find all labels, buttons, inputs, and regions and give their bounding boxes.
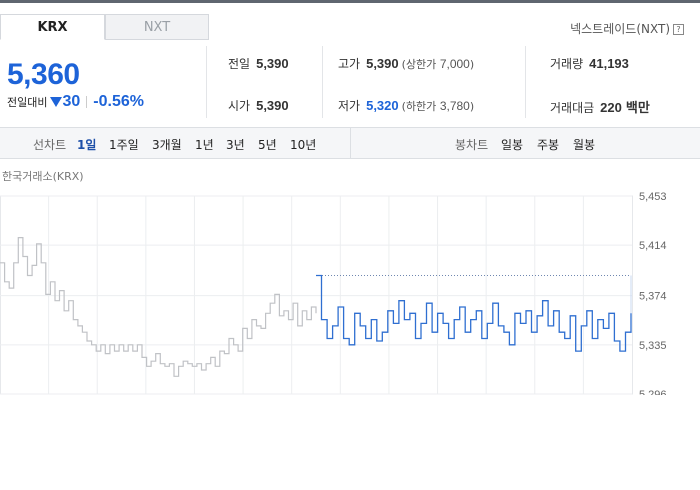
price-chart: 5,453 5,414 5,374 5,335 5,296 bbox=[0, 191, 667, 395]
candle-monthly[interactable]: 월봉 bbox=[573, 136, 595, 153]
upper-limit: (상한가 7,000) bbox=[401, 57, 475, 71]
divider bbox=[350, 128, 351, 158]
limit-value: 7,000 bbox=[439, 57, 470, 71]
stat-value: 5,390 bbox=[256, 98, 289, 113]
change-rate: -0.56% bbox=[93, 93, 144, 110]
stat-value: 41,193 bbox=[589, 56, 629, 71]
candle-weekly[interactable]: 주봉 bbox=[537, 136, 559, 153]
stat-value: 5,390 bbox=[366, 56, 399, 71]
plot-frame bbox=[0, 195, 633, 395]
tab-nxt[interactable]: NXT bbox=[105, 14, 209, 40]
current-price: 5,360 bbox=[7, 58, 80, 91]
y-tick-label: 5,335 bbox=[639, 340, 667, 352]
stat-label: 저가 bbox=[338, 99, 361, 113]
question-icon[interactable]: ? bbox=[673, 24, 684, 35]
change-value: 30 bbox=[62, 93, 81, 110]
period-10y[interactable]: 10년 bbox=[290, 136, 316, 153]
stat-label: 시가 bbox=[228, 99, 251, 113]
y-tick-label: 5,414 bbox=[639, 240, 667, 252]
y-tick-label: 5,453 bbox=[639, 191, 667, 203]
y-tick-label: 5,374 bbox=[639, 291, 667, 303]
nextrade-link-label: 넥스트레이드(NXT) bbox=[570, 22, 670, 36]
stat-open: 시가 5,390 bbox=[228, 97, 289, 114]
divider bbox=[86, 96, 88, 108]
period-1d[interactable]: 1일 bbox=[77, 136, 96, 153]
divider bbox=[322, 46, 323, 118]
line-chart-label: 선차트 bbox=[33, 138, 67, 152]
candle-chart-label: 봉차트 bbox=[455, 138, 489, 152]
stat-amount: 거래대금 220 백만 bbox=[550, 97, 650, 116]
stat-prev-close: 전일 5,390 bbox=[228, 55, 289, 72]
stat-value: 220 bbox=[600, 100, 622, 115]
stat-value: 5,390 bbox=[256, 56, 289, 71]
chart-title: 한국거래소(KRX) bbox=[2, 170, 84, 183]
top-border bbox=[0, 0, 700, 3]
stat-label: 고가 bbox=[338, 57, 361, 71]
stat-unit: 백만 bbox=[625, 100, 650, 115]
divider bbox=[206, 46, 207, 118]
period-3m[interactable]: 3개월 bbox=[152, 136, 182, 153]
stat-value: 5,320 bbox=[366, 98, 399, 113]
limit-value: 3,780 bbox=[439, 99, 470, 113]
previous-session-line bbox=[0, 237, 317, 377]
limit-label: 하한가 bbox=[405, 100, 437, 113]
tab-krx[interactable]: KRX bbox=[0, 14, 105, 40]
period-1y[interactable]: 1년 bbox=[195, 136, 214, 153]
limit-label: 상한가 bbox=[405, 58, 437, 71]
down-triangle-icon bbox=[50, 97, 63, 107]
y-tick-label: 5,296 bbox=[639, 389, 667, 395]
stat-label: 전일 bbox=[228, 57, 251, 71]
stat-volume: 거래량 41,193 bbox=[550, 55, 629, 72]
candle-daily[interactable]: 일봉 bbox=[501, 136, 523, 153]
lower-limit: (하한가 3,780) bbox=[401, 99, 475, 113]
stat-high: 고가 5,390 (상한가 7,000) bbox=[338, 55, 474, 72]
period-3y[interactable]: 3년 bbox=[226, 136, 245, 153]
nextrade-link[interactable]: 넥스트레이드(NXT)? bbox=[570, 20, 684, 37]
stat-label: 거래대금 bbox=[550, 101, 595, 115]
change-label: 전일대비 bbox=[7, 96, 48, 109]
stat-label: 거래량 bbox=[550, 57, 584, 71]
change-row: 전일대비 30 -0.56% bbox=[7, 93, 144, 111]
period-5y[interactable]: 5년 bbox=[258, 136, 277, 153]
divider bbox=[525, 46, 526, 118]
stat-low: 저가 5,320 (하한가 3,780) bbox=[338, 97, 474, 114]
period-toolbar: 선차트 1일 1주일 3개월 1년 3년 5년 10년 봉차트 일봉 주봉 월봉 bbox=[0, 127, 700, 159]
period-1w[interactable]: 1주일 bbox=[109, 136, 139, 153]
